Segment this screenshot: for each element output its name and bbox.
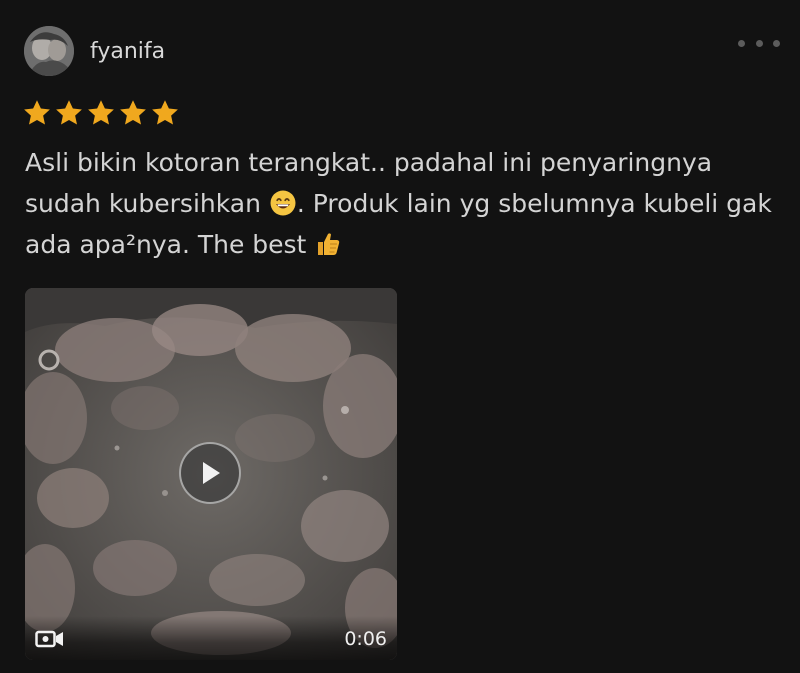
video-thumbnail[interactable]: 0:06 [25,288,397,660]
star-icon [152,100,178,125]
star-icon [24,100,50,125]
star-icon [88,100,114,125]
video-duration: 0:06 [344,628,387,650]
thumbs-up-emoji [318,233,340,255]
avatar[interactable] [24,26,74,76]
play-button[interactable] [179,442,241,504]
more-options-dot [755,39,763,47]
username[interactable]: fyanifa [90,38,165,66]
star-icon [56,100,82,125]
grinning-face-emoji [270,190,296,216]
play-icon [203,462,220,484]
more-options-dot [773,39,780,47]
star-icon [120,100,146,125]
video-info-bar: 0:06 [25,616,397,660]
review-card: fyanifa Asli bikin kotoran terangkat.. p… [0,0,800,673]
video-camera-icon [35,630,63,648]
more-options-icon [738,39,745,47]
review-text: Asli bikin kotoran terangkat.. padahal i… [25,142,785,265]
star-rating [22,98,180,128]
more-options-button[interactable] [738,34,780,52]
